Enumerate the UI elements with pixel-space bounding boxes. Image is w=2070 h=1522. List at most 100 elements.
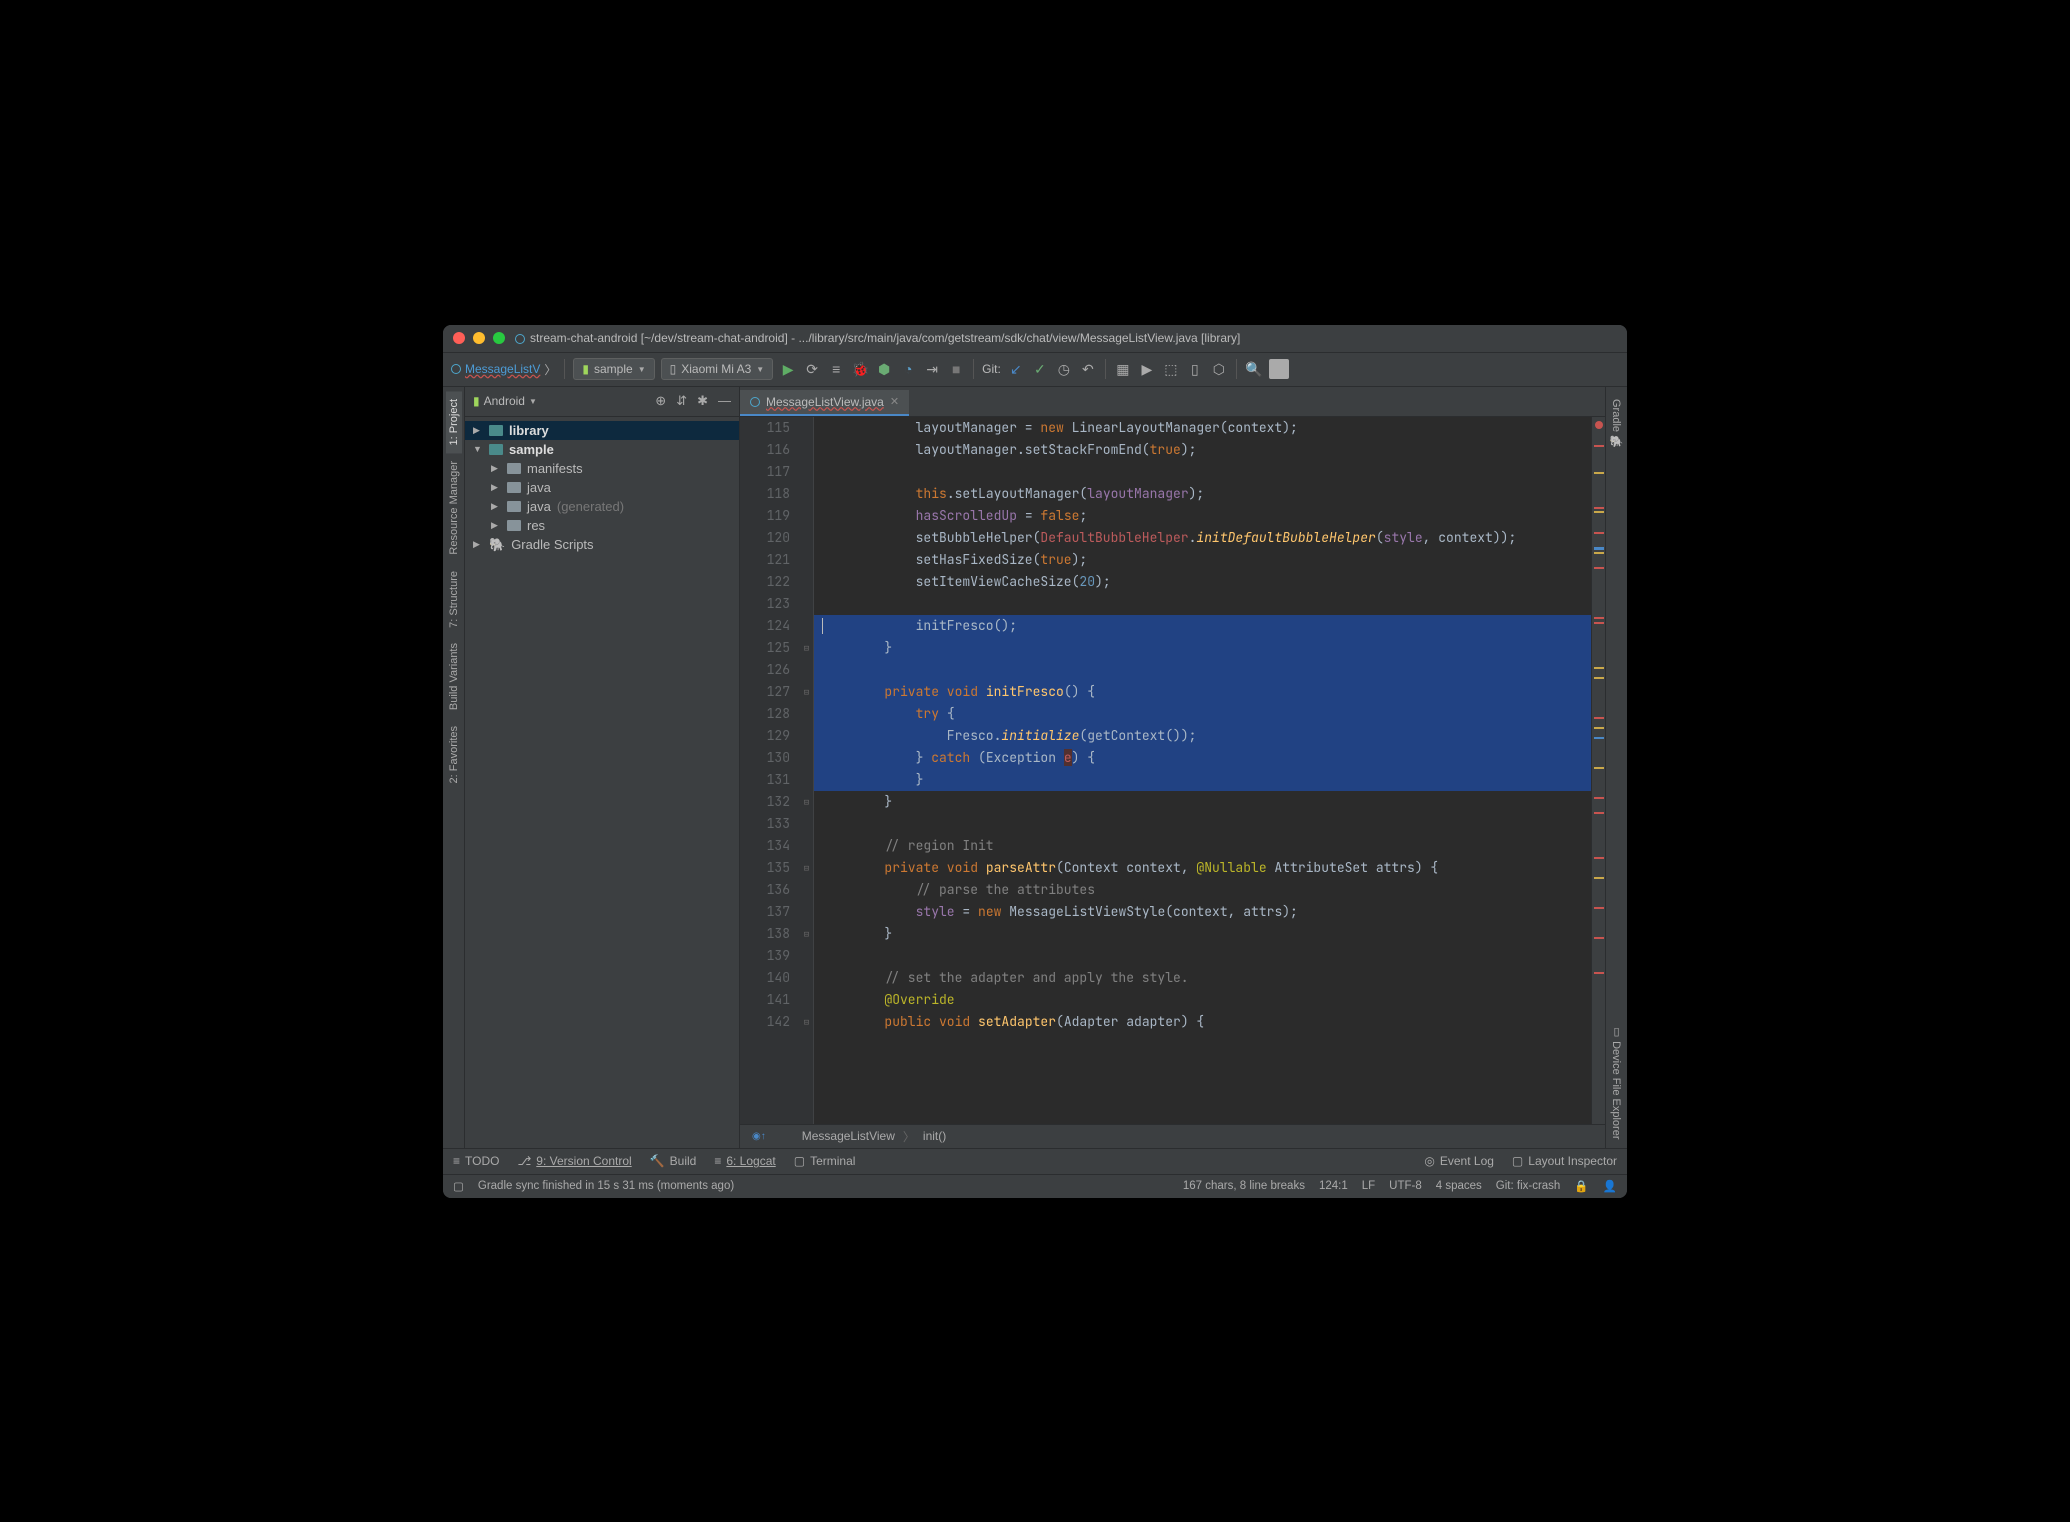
ide-body: 1: Project Resource Manager 7: Structure… <box>443 387 1627 1148</box>
user-avatar[interactable] <box>1269 359 1289 379</box>
tree-label: res <box>527 518 545 533</box>
layout-inspector-tool-tab[interactable]: ▢Layout Inspector <box>1512 1154 1617 1168</box>
nav-breadcrumb[interactable]: MessageListV 〉 <box>451 361 556 378</box>
maximize-window-button[interactable] <box>493 332 505 344</box>
gradle-tool-tab[interactable]: Gradle 🐘 <box>1608 391 1625 457</box>
editor-area: MessageListView.java ✕ 11511611711811912… <box>740 387 1605 1148</box>
debug-button[interactable]: 🐞 <box>851 360 869 378</box>
collapse-all-icon[interactable]: ⇵ <box>676 393 687 409</box>
status-message: Gradle sync finished in 15 s 31 ms (mome… <box>478 1180 734 1192</box>
coverage-icon[interactable]: ⬢ <box>875 360 893 378</box>
status-icon[interactable]: ▢ <box>453 1179 464 1193</box>
code-editor[interactable]: 1151161171181191201211221231241251261271… <box>740 417 1605 1124</box>
folder-icon <box>507 520 521 531</box>
attach-debugger-icon[interactable]: ⇥ <box>923 360 941 378</box>
tree-item-java-generated[interactable]: ▶java (generated) <box>465 497 739 516</box>
terminal-icon: ▢ <box>794 1154 805 1168</box>
list-icon: ≡ <box>453 1154 460 1168</box>
class-icon <box>515 334 525 344</box>
select-opened-file-icon[interactable]: ⊕ <box>655 393 666 409</box>
lock-icon[interactable]: 🔒 <box>1574 1179 1588 1193</box>
right-tool-rail: Gradle 🐘 ▯ Device File Explorer <box>1605 387 1627 1148</box>
line-ending[interactable]: LF <box>1362 1180 1375 1192</box>
tree-label: java <box>527 499 551 514</box>
sidebar-header: ▮ Android ▼ ⊕ ⇵ ✱ — <box>465 387 739 417</box>
tree-label: java <box>527 480 551 495</box>
status-bar: ▢ Gradle sync finished in 15 s 31 ms (mo… <box>443 1174 1627 1198</box>
resource-manager-icon[interactable]: ▯ <box>1186 360 1204 378</box>
nav-breadcrumb-label: MessageListV <box>465 362 540 376</box>
android-icon: ▮ <box>582 362 589 376</box>
resource-manager-tool-tab[interactable]: Resource Manager <box>446 453 462 563</box>
editor-tab[interactable]: MessageListView.java ✕ <box>740 390 909 416</box>
phone-icon: ▯ <box>670 362 677 376</box>
tree-item-manifests[interactable]: ▶manifests <box>465 459 739 478</box>
tree-item-gradle-scripts[interactable]: ▶🐘Gradle Scripts <box>465 535 739 555</box>
git-history-icon[interactable]: ◷ <box>1055 360 1073 378</box>
git-branch[interactable]: Git: fix-crash <box>1496 1180 1561 1192</box>
event-log-tool-tab[interactable]: ◎Event Log <box>1424 1154 1494 1168</box>
project-view-dropdown[interactable]: ▮ Android ▼ <box>473 394 537 408</box>
layout-inspector-icon: ▢ <box>1512 1154 1523 1168</box>
breadcrumb-class[interactable]: MessageListView <box>802 1129 895 1143</box>
tree-label: sample <box>509 442 554 457</box>
sdk-manager-icon[interactable]: ⬚ <box>1162 360 1180 378</box>
sync-icon[interactable]: ⬡ <box>1210 360 1228 378</box>
git-revert-icon[interactable]: ↶ <box>1079 360 1097 378</box>
tab-label: MessageListView.java <box>766 395 884 409</box>
stop-button[interactable]: ■ <box>947 360 965 378</box>
hide-icon[interactable]: — <box>718 393 731 409</box>
separator <box>973 359 974 379</box>
run-config-dropdown[interactable]: ▮ sample ▼ <box>573 358 654 380</box>
apply-code-icon[interactable]: ≡ <box>827 360 845 378</box>
module-icon <box>489 444 503 455</box>
caret-position[interactable]: 124:1 <box>1319 1180 1348 1192</box>
logcat-tool-tab[interactable]: ≡6: Logcat <box>714 1154 775 1168</box>
close-tab-icon[interactable]: ✕ <box>890 395 899 408</box>
tree-item-java[interactable]: ▶java <box>465 478 739 497</box>
apply-changes-icon[interactable]: ⟳ <box>803 360 821 378</box>
device-dropdown[interactable]: ▯ Xiaomi Mi A3 ▼ <box>661 358 774 380</box>
minimize-window-button[interactable] <box>473 332 485 344</box>
build-variants-tool-tab[interactable]: Build Variants <box>446 635 462 718</box>
tree-item-library[interactable]: ▶library <box>465 421 739 440</box>
error-stripe[interactable] <box>1591 417 1605 1124</box>
search-icon[interactable]: 🔍 <box>1245 360 1263 378</box>
indent-setting[interactable]: 4 spaces <box>1436 1180 1482 1192</box>
terminal-tool-tab[interactable]: ▢Terminal <box>794 1154 856 1168</box>
structure-tool-tab[interactable]: 7: Structure <box>446 563 462 636</box>
todo-tool-tab[interactable]: ≡TODO <box>453 1154 499 1168</box>
run-config-label: sample <box>594 362 633 376</box>
device-file-explorer-tool-tab[interactable]: ▯ Device File Explorer <box>1608 1017 1625 1147</box>
tree-item-res[interactable]: ▶res <box>465 516 739 535</box>
tree-label: library <box>509 423 549 438</box>
version-control-tool-tab[interactable]: ⎇9: Version Control <box>517 1154 631 1168</box>
settings-icon[interactable]: ✱ <box>697 393 708 409</box>
git-update-icon[interactable]: ↙ <box>1007 360 1025 378</box>
breadcrumb-bar: ◉↑ MessageListView 〉 init() <box>740 1124 1605 1148</box>
avd-manager-icon[interactable]: ▶ <box>1138 360 1156 378</box>
profiler-icon[interactable]: ◔ <box>899 360 917 378</box>
project-tree[interactable]: ▶library ▼sample ▶manifests ▶java ▶java … <box>465 417 739 1148</box>
git-commit-icon[interactable]: ✓ <box>1031 360 1049 378</box>
breadcrumb-method[interactable]: init() <box>923 1129 946 1143</box>
inspector-icon[interactable]: 👤 <box>1603 1179 1617 1193</box>
close-window-button[interactable] <box>453 332 465 344</box>
file-encoding[interactable]: UTF-8 <box>1389 1180 1422 1192</box>
tree-label: manifests <box>527 461 583 476</box>
override-gutter-icon[interactable]: ◉↑ <box>752 1131 766 1142</box>
device-label: Xiaomi Mi A3 <box>681 362 751 376</box>
build-tool-tab[interactable]: 🔨Build <box>650 1154 697 1168</box>
run-button[interactable]: ▶ <box>779 360 797 378</box>
event-log-icon: ◎ <box>1424 1154 1434 1168</box>
logcat-icon: ≡ <box>714 1154 721 1168</box>
selection-info: 167 chars, 8 line breaks <box>1183 1180 1305 1192</box>
separator <box>1236 359 1237 379</box>
code-content[interactable]: layoutManager = new LinearLayoutManager(… <box>814 417 1591 1124</box>
project-view-label: Android <box>484 394 525 408</box>
project-structure-icon[interactable]: ▦ <box>1114 360 1132 378</box>
favorites-tool-tab[interactable]: 2: Favorites <box>446 718 462 791</box>
project-tool-tab[interactable]: 1: Project <box>446 391 462 453</box>
tree-item-sample[interactable]: ▼sample <box>465 440 739 459</box>
main-toolbar: MessageListV 〉 ▮ sample ▼ ▯ Xiaomi Mi A3… <box>443 353 1627 387</box>
